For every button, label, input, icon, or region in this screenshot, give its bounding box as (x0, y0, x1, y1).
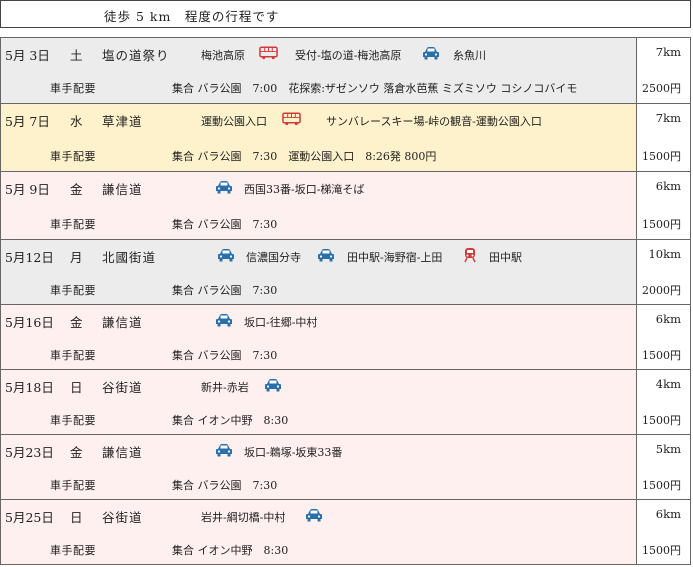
row-route-detail: サンバレースキー場-峠の観音-運動公園入口 (326, 115, 542, 128)
row-date: 5月 9日 (5, 182, 50, 197)
row-route-start: 梅池高原 (201, 49, 245, 62)
row-distance: 10km (648, 247, 681, 261)
row-route-detail: 受付-塩の道-梅池高原 (295, 49, 402, 62)
row-summary-cell: 6km 1500円 (636, 500, 690, 564)
table-row: 5月25日 日 谷街道 岩井-綱切橋-中村 車手配要 集合 イオン中野 8:30… (1, 500, 691, 565)
car-icon (217, 248, 235, 262)
car-icon (264, 378, 282, 392)
header-banner: 徒歩 5 km 程度の行程です (0, 0, 691, 28)
table-row: 5月23日 金 謙信道 坂口-鵜塚-坂東33番 車手配要 集合 バラ公園 7:3… (1, 435, 691, 500)
row-weekday: 水 (70, 114, 83, 129)
schedule-table: 5月 3日 土 塩の道祭り 梅池高原 受付-塩の道-梅池高原 糸魚川 車手配要 … (0, 37, 691, 565)
row-route-start: 坂口-往郷-中村 (244, 316, 318, 329)
row-route-name: 谷街道 (102, 510, 143, 525)
row-date: 5月16日 (5, 315, 54, 330)
row-meeting-info: 集合 バラ公園 7:30 (172, 349, 278, 362)
row-distance: 7km (655, 45, 681, 59)
row-transport-note: 車手配要 (50, 218, 96, 231)
row-route-start: 坂口-鵜塚-坂東33番 (244, 446, 343, 459)
row-summary-cell: 7km 1500円 (636, 104, 690, 171)
row-fee: 1500円 (642, 218, 681, 231)
train-icon (463, 247, 477, 263)
row-route-detail: 田中駅-海野宿-上田 (347, 251, 443, 264)
row-meeting-info: 集合 イオン中野 8:30 (172, 414, 289, 427)
row-transport-note: 車手配要 (50, 150, 96, 163)
row-weekday: 金 (70, 182, 83, 197)
row-summary-cell: 10km 2000円 (636, 240, 690, 304)
car-icon (215, 443, 233, 457)
row-distance: 6km (655, 312, 681, 326)
row-meeting-info: 集合 バラ公園 7:30 運動公園入口 8:26発 800円 (172, 150, 437, 163)
row-date: 5月 3日 (5, 48, 50, 63)
table-row: 5月12日 月 北國街道 信濃国分寺 田中駅-海野宿-上田 田中駅 車手配要 集… (1, 240, 691, 305)
row-fee: 2000円 (642, 284, 681, 297)
row-summary-cell: 6km 1500円 (636, 305, 690, 369)
row-distance: 4km (655, 377, 681, 391)
row-route-name: 草津道 (102, 114, 143, 129)
bus-icon (282, 112, 301, 126)
row-route-name: 北國街道 (102, 250, 157, 265)
row-distance: 6km (655, 507, 681, 521)
table-row: 5月18日 日 谷街道 新井-赤岩 車手配要 集合 イオン中野 8:30 4km… (1, 370, 691, 435)
row-date: 5月 7日 (5, 114, 50, 129)
row-fee: 1500円 (642, 479, 681, 492)
row-fee: 1500円 (642, 544, 681, 557)
row-route-start: 運動公園入口 (201, 115, 267, 128)
row-route-name: 謙信道 (102, 182, 143, 197)
header-title: 徒歩 5 km 程度の行程です (104, 9, 280, 24)
row-transport-note: 車手配要 (50, 544, 96, 557)
row-route-end: 糸魚川 (453, 49, 486, 62)
row-route-name: 謙信道 (102, 315, 143, 330)
row-transport-note: 車手配要 (50, 349, 96, 362)
row-weekday: 金 (70, 315, 83, 330)
row-meeting-info: 集合 バラ公園 7:30 (172, 479, 278, 492)
table-row: 5月 3日 土 塩の道祭り 梅池高原 受付-塩の道-梅池高原 糸魚川 車手配要 … (1, 38, 691, 104)
row-meeting-info: 集合 バラ公園 7:00 花探索:ザゼンソウ 落倉水芭蕉 ミズミソウ コシノコバ… (172, 82, 578, 95)
row-transport-note: 車手配要 (50, 82, 96, 95)
row-route-start: 信濃国分寺 (246, 251, 301, 264)
car-icon (215, 180, 233, 194)
row-route-end: 田中駅 (489, 251, 522, 264)
car-icon (215, 313, 233, 327)
row-weekday: 土 (70, 48, 83, 63)
row-route-start: 岩井-綱切橋-中村 (201, 511, 286, 524)
row-meeting-info: 集合 イオン中野 8:30 (172, 544, 289, 557)
row-transport-note: 車手配要 (50, 284, 96, 297)
row-distance: 7km (655, 111, 681, 125)
row-route-name: 謙信道 (102, 445, 143, 460)
bus-icon (259, 46, 278, 60)
row-weekday: 金 (70, 445, 83, 460)
table-row: 5月 9日 金 謙信道 西国33番-坂口-梯滝そば 車手配要 集合 バラ公園 7… (1, 172, 691, 240)
row-weekday: 月 (70, 250, 83, 265)
row-summary-cell: 5km 1500円 (636, 435, 690, 499)
car-icon (305, 508, 323, 522)
row-date: 5月23日 (5, 445, 54, 460)
row-fee: 2500円 (642, 82, 681, 95)
row-weekday: 日 (70, 380, 83, 395)
table-row: 5月16日 金 謙信道 坂口-往郷-中村 車手配要 集合 バラ公園 7:30 6… (1, 305, 691, 370)
row-date: 5月18日 (5, 380, 54, 395)
row-fee: 1500円 (642, 349, 681, 362)
row-meeting-info: 集合 バラ公園 7:30 (172, 218, 278, 231)
row-weekday: 日 (70, 510, 83, 525)
row-route-name: 谷街道 (102, 380, 143, 395)
row-summary-cell: 6km 1500円 (636, 172, 690, 239)
row-route-start: 西国33番-坂口-梯滝そば (244, 183, 365, 196)
row-summary-cell: 7km 2500円 (636, 38, 690, 103)
car-icon (422, 46, 440, 60)
table-row: 5月 7日 水 草津道 運動公園入口 サンバレースキー場-峠の観音-運動公園入口… (1, 104, 691, 172)
row-date: 5月25日 (5, 510, 54, 525)
row-fee: 1500円 (642, 150, 681, 163)
row-distance: 6km (655, 179, 681, 193)
row-summary-cell: 4km 1500円 (636, 370, 690, 434)
car-icon (317, 248, 335, 262)
row-distance: 5km (655, 442, 681, 456)
row-date: 5月12日 (5, 250, 54, 265)
row-fee: 1500円 (642, 414, 681, 427)
row-transport-note: 車手配要 (50, 479, 96, 492)
row-route-name: 塩の道祭り (102, 48, 170, 63)
row-route-start: 新井-赤岩 (201, 381, 249, 394)
row-transport-note: 車手配要 (50, 414, 96, 427)
row-meeting-info: 集合 バラ公園 7:30 (172, 284, 278, 297)
